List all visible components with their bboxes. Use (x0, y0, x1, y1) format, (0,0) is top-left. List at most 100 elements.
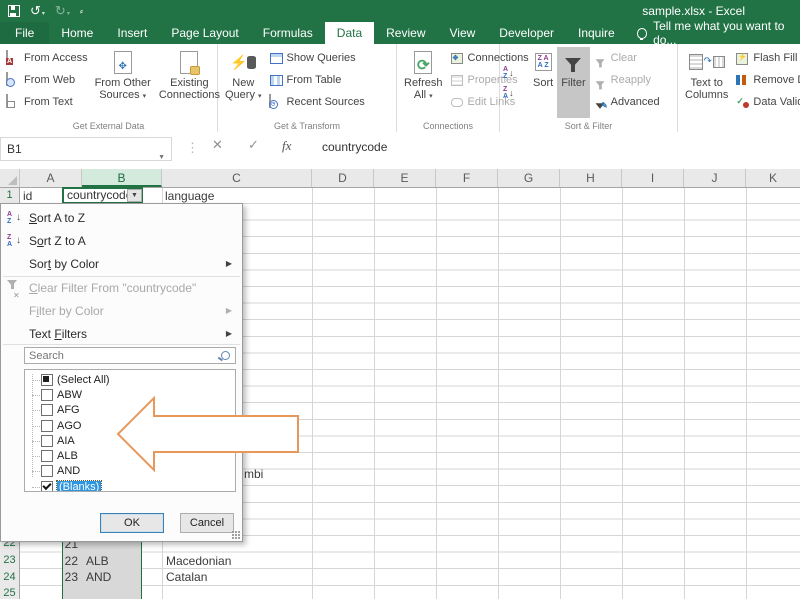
show-queries-button[interactable]: Show Queries (266, 47, 368, 68)
cell-a24[interactable]: 23 (20, 570, 78, 584)
enter-entry-icon[interactable]: ✓ (248, 137, 259, 153)
sort-descending-button[interactable]: ZA↓ (503, 86, 529, 100)
cell-c24[interactable]: Catalan (166, 570, 306, 584)
cell-a23[interactable]: 22 (20, 554, 78, 568)
list-item-select-all[interactable]: (Select All) (29, 372, 235, 387)
cell-b24[interactable]: AND (86, 570, 156, 584)
menu-sort-by-color[interactable]: Sort by Color ▶ (2, 253, 241, 275)
from-table-button[interactable]: From Table (266, 69, 368, 90)
existing-connections-button[interactable]: Existing Connections (155, 47, 224, 118)
row-header-24[interactable]: 24 (0, 571, 19, 583)
cancel-button[interactable]: Cancel (180, 513, 234, 533)
tab-insert[interactable]: Insert (105, 22, 159, 44)
sort-ascending-button[interactable]: AZ↓ (503, 66, 529, 80)
from-text-button[interactable]: From Text (3, 91, 91, 112)
checkbox-unchecked[interactable] (41, 450, 53, 462)
group-label: Sort & Filter (500, 121, 677, 131)
recent-sources-button[interactable]: ◷ Recent Sources (266, 91, 368, 112)
menu-sort-a-to-z[interactable]: AZ ↓ Sort A to Z (2, 207, 241, 229)
data-validation-button[interactable]: ✓ Data Valid (732, 91, 800, 112)
column-header-j[interactable]: J (684, 169, 746, 187)
tab-file[interactable]: File (0, 22, 49, 44)
row-header-25[interactable]: 25 (0, 587, 19, 599)
tell-me-box[interactable]: Tell me what you want to do... (627, 22, 800, 44)
filter-button[interactable]: Filter (557, 47, 589, 118)
sort-button[interactable]: Z AA Z Sort (529, 47, 557, 118)
row-header-23[interactable]: 23 (0, 554, 19, 566)
tab-home[interactable]: Home (49, 22, 105, 44)
cell-c23[interactable]: Macedonian (166, 554, 306, 568)
save-icon[interactable] (8, 5, 20, 17)
tab-formulas[interactable]: Formulas (251, 22, 325, 44)
checkbox-unchecked[interactable] (41, 404, 53, 416)
name-box-caret-icon[interactable]: ▼ (158, 147, 165, 169)
advanced-filter-button[interactable]: ✎ Advanced (590, 91, 663, 112)
cell-c1[interactable]: language (165, 189, 305, 203)
submenu-arrow-icon: ▶ (226, 300, 232, 322)
column-header-c[interactable]: C (162, 169, 312, 187)
group-label: Get & Transform (218, 121, 396, 131)
quick-access-toolbar: ↺▾ ↻▾ ⸗ (8, 0, 84, 22)
column-header-h[interactable]: H (560, 169, 622, 187)
menu-clear-filter[interactable]: ✕ Clear Filter From "countrycode" (2, 277, 241, 299)
text-to-columns-button[interactable]: ↷ Text to Columns (681, 47, 732, 118)
menu-resize-grip[interactable] (232, 531, 240, 539)
tab-data[interactable]: Data (325, 22, 374, 44)
new-query-button[interactable]: ⚡ New Query ▾ (221, 47, 266, 118)
formula-value[interactable]: countrycode (322, 140, 387, 154)
checkbox-unchecked[interactable] (41, 465, 53, 477)
column-header-k[interactable]: K (746, 169, 800, 187)
tab-inquire[interactable]: Inquire (566, 22, 627, 44)
from-web-button[interactable]: From Web (3, 69, 91, 90)
insert-function-icon[interactable]: fx (282, 138, 291, 154)
flash-fill-button[interactable]: ⚡ Flash Fill (732, 47, 800, 68)
tab-developer[interactable]: Developer (487, 22, 566, 44)
customize-qat-icon[interactable]: ⸗ (80, 6, 84, 16)
column-header-b[interactable]: B (82, 169, 162, 187)
column-header-e[interactable]: E (374, 169, 436, 187)
tab-page-layout[interactable]: Page Layout (159, 22, 250, 44)
checkbox-unchecked[interactable] (41, 420, 53, 432)
from-access-button[interactable]: A From Access (3, 47, 91, 68)
group-sort-filter: AZ↓ ZA↓ Z AA Z Sort Filter Clear Reapply (500, 44, 678, 132)
checkbox-unchecked[interactable] (41, 389, 53, 401)
cancel-entry-icon[interactable]: ✕ (212, 137, 223, 153)
from-web-icon (6, 73, 20, 87)
column-header-d[interactable]: D (312, 169, 374, 187)
row-header-1[interactable]: 1 (0, 189, 19, 201)
clear-filter-button[interactable]: Clear (590, 47, 663, 68)
remove-duplicates-button[interactable]: Remove D (732, 69, 800, 90)
filter-search-box[interactable] (24, 347, 236, 364)
column-header-f[interactable]: F (436, 169, 498, 187)
sort-az-icon: AZ (7, 211, 12, 225)
menu-filter-by-color[interactable]: Filter by Color ▶ (2, 300, 241, 322)
ok-button[interactable]: OK (100, 513, 164, 533)
from-access-icon: A (6, 51, 20, 65)
submenu-arrow-icon: ▶ (226, 253, 232, 275)
tab-review[interactable]: Review (374, 22, 437, 44)
filter-icon (565, 49, 581, 75)
column-header-a[interactable]: A (20, 169, 82, 187)
checkbox-unchecked[interactable] (41, 435, 53, 447)
reapply-filter-icon (593, 73, 607, 87)
menu-sort-z-to-a[interactable]: ZA ↓ Sort Z to A (2, 230, 241, 252)
checkbox-indeterminate[interactable] (41, 374, 53, 386)
group-get-external-data: A From Access From Web From Text ✥ From … (0, 44, 218, 132)
menu-text-filters[interactable]: Text Filters ▶ (2, 323, 241, 345)
name-box[interactable]: B1 ▼ (0, 137, 172, 161)
column-header-i[interactable]: I (622, 169, 684, 187)
filter-dropdown-button[interactable]: ▼ (127, 189, 142, 202)
column-header-g[interactable]: G (498, 169, 560, 187)
from-other-sources-button[interactable]: ✥ From Other Sources ▾ (91, 47, 155, 118)
cell-b23[interactable]: ALB (86, 554, 156, 568)
search-icon[interactable] (221, 351, 230, 360)
refresh-all-button[interactable]: ⟳ Refresh All ▾ (400, 47, 447, 118)
reapply-filter-button[interactable]: Reapply (590, 69, 663, 90)
checkbox-checked[interactable] (41, 481, 53, 492)
properties-icon (450, 73, 464, 87)
undo-button[interactable]: ↺▾ (30, 0, 45, 22)
select-all-corner[interactable] (0, 169, 20, 187)
search-input[interactable] (25, 349, 214, 363)
tab-view[interactable]: View (438, 22, 488, 44)
redo-button[interactable]: ↻▾ (55, 0, 70, 22)
